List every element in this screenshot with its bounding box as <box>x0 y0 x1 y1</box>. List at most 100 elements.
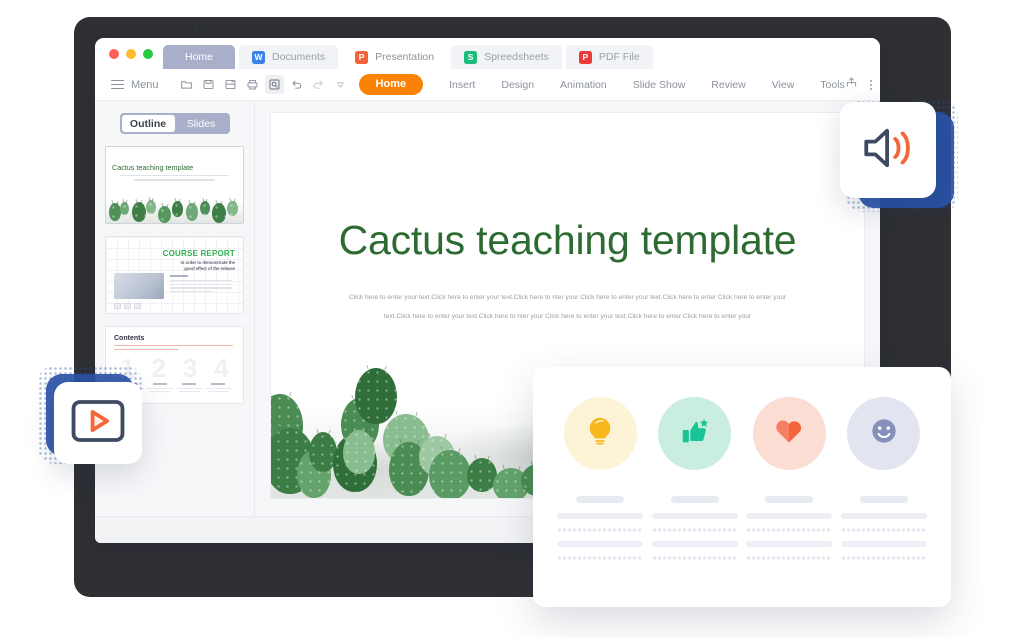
smiley-face-icon <box>869 416 899 451</box>
feature-item-smiley[interactable] <box>841 397 927 569</box>
lightbulb-icon-circle <box>564 397 637 470</box>
print-preview-icon[interactable] <box>265 75 284 94</box>
quick-access-toolbar <box>177 75 350 94</box>
feature-icon-row <box>557 397 927 569</box>
close-window-button[interactable] <box>109 49 119 59</box>
slides-sidebar: Outline Slides Cactus teaching template <box>95 101 255 543</box>
ribbon-tab-view[interactable]: View <box>772 79 795 91</box>
feature-line-placeholder <box>746 513 832 519</box>
feature-title-placeholder <box>671 496 719 503</box>
share-icon[interactable] <box>845 76 858 94</box>
feature-line-placeholder <box>841 555 927 561</box>
slide-body-text[interactable]: Click here to enter your text.Click here… <box>323 288 812 326</box>
tab-pdf-file-label: PDF File <box>599 51 640 63</box>
more-actions-chevron-icon[interactable] <box>331 75 350 94</box>
ribbon-tab-slide-show[interactable]: Slide Show <box>633 79 686 91</box>
content-number-3: 3 <box>183 355 197 381</box>
browser-tab-strip: Home W Documents P Presentation S Spreed… <box>95 38 880 69</box>
feature-line-placeholder <box>557 541 643 547</box>
slide-title[interactable]: Cactus teaching template <box>271 217 864 264</box>
ribbon-menu-items: Insert Design Animation Slide Show Revie… <box>449 79 845 91</box>
slide-body-line-1: Click here to enter your text.Click here… <box>323 288 812 307</box>
segment-slides[interactable]: Slides <box>175 115 228 132</box>
feature-line-placeholder <box>841 541 927 547</box>
slide-thumbnail-1-title: Cactus teaching template <box>112 163 237 172</box>
feature-line-placeholder <box>746 541 832 547</box>
presentation-icon: P <box>355 51 368 64</box>
kebab-menu-icon[interactable] <box>870 80 872 90</box>
feature-item-lightbulb[interactable] <box>557 397 643 569</box>
feature-line-placeholder <box>557 555 643 561</box>
feature-line-placeholder <box>557 513 643 519</box>
tab-home[interactable]: Home <box>163 45 235 69</box>
feature-line-placeholder <box>841 527 927 533</box>
content-number-2: 2 <box>152 355 166 381</box>
slide-thumbnail-2-icon-row <box>114 303 141 309</box>
thumbs-up-icon-circle <box>658 397 731 470</box>
ribbon-toolbar: Menu <box>95 69 880 101</box>
slide-thumbnail-1[interactable]: Cactus teaching template <box>105 146 244 224</box>
tab-documents[interactable]: W Documents <box>239 45 338 69</box>
slide-body-line-2: text.Click here to enter your text.Click… <box>323 307 812 326</box>
feature-line-placeholder <box>746 555 832 561</box>
tab-spreadsheets-label: Spreedsheets <box>484 51 549 63</box>
save-icon[interactable] <box>199 75 218 94</box>
menu-button-label: Menu <box>131 79 159 91</box>
minimize-window-button[interactable] <box>126 49 136 59</box>
save-as-icon[interactable] <box>221 75 240 94</box>
slide-thumbnail-2[interactable]: COURSE REPORT In order to demonstrate th… <box>105 236 244 314</box>
speaker-floating-card[interactable] <box>840 102 936 198</box>
open-file-icon[interactable] <box>177 75 196 94</box>
feature-title-placeholder <box>765 496 813 503</box>
feature-line-placeholder <box>652 513 738 519</box>
print-icon[interactable] <box>243 75 262 94</box>
hamburger-icon <box>111 80 124 90</box>
feature-title-placeholder <box>860 496 908 503</box>
ribbon-tab-home[interactable]: Home <box>359 74 424 95</box>
segment-outline[interactable]: Outline <box>122 115 175 132</box>
slide-thumbnail-1-body-placeholder <box>120 175 229 184</box>
screenshot-stage: Home W Documents P Presentation S Spreed… <box>0 0 1017 637</box>
slide-thumbnail-2-subtitle: In order to demonstrate the good effect … <box>173 260 235 273</box>
slide-thumbnail-2-text-placeholder <box>170 275 232 295</box>
thumbs-up-icon <box>678 414 712 453</box>
feature-line-placeholder <box>746 527 832 533</box>
content-number-4: 4 <box>214 355 228 381</box>
ribbon-tab-insert[interactable]: Insert <box>449 79 475 91</box>
video-play-icon <box>69 397 127 450</box>
tab-presentation-label: Presentation <box>375 51 434 63</box>
redo-icon[interactable] <box>309 75 328 94</box>
slide-thumbnail-3-subtitle-placeholder <box>114 345 233 353</box>
word-doc-icon: W <box>252 51 265 64</box>
outline-slides-toggle[interactable]: Outline Slides <box>120 113 230 134</box>
slide-thumbnail-2-image <box>114 273 164 299</box>
speaker-volume-icon <box>859 119 917 182</box>
smiley-face-icon-circle <box>847 397 920 470</box>
lightbulb-icon <box>583 414 617 453</box>
ribbon-tab-tools[interactable]: Tools <box>820 79 845 91</box>
feature-title-placeholder <box>576 496 624 503</box>
heart-icon <box>773 415 805 452</box>
feature-line-placeholder <box>841 513 927 519</box>
window-traffic-lights[interactable] <box>105 38 163 69</box>
video-floating-card[interactable] <box>54 382 142 464</box>
maximize-window-button[interactable] <box>143 49 153 59</box>
feature-item-thumbs-up[interactable] <box>652 397 738 569</box>
tab-home-label: Home <box>185 51 213 63</box>
feature-item-heart[interactable] <box>746 397 832 569</box>
tab-presentation[interactable]: P Presentation <box>342 45 447 69</box>
ribbon-tab-review[interactable]: Review <box>711 79 745 91</box>
tab-documents-label: Documents <box>272 51 325 63</box>
heart-icon-circle <box>753 397 826 470</box>
ribbon-tab-design[interactable]: Design <box>501 79 534 91</box>
pdf-icon: P <box>579 51 592 64</box>
ribbon-tab-animation[interactable]: Animation <box>560 79 607 91</box>
tab-pdf-file[interactable]: P PDF File <box>566 45 653 69</box>
menu-button[interactable]: Menu <box>111 79 159 91</box>
undo-icon[interactable] <box>287 75 306 94</box>
slide-thumbnail-1-cactus-art <box>106 189 243 223</box>
feature-line-placeholder <box>557 527 643 533</box>
tab-spreadsheets[interactable]: S Spreedsheets <box>451 45 562 69</box>
feature-line-placeholder <box>652 541 738 547</box>
feature-line-placeholder <box>652 555 738 561</box>
